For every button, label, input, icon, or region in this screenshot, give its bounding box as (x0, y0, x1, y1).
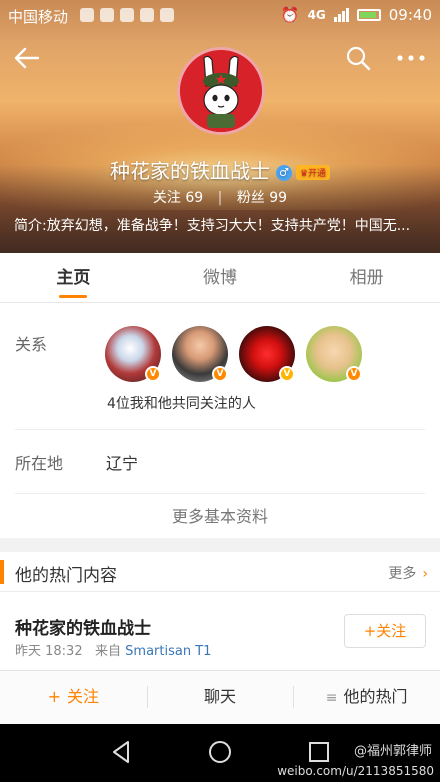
rabbit-avatar-icon (180, 50, 262, 132)
verified-icon: V (212, 366, 228, 382)
system-navigation-bar: @福州郭律师 weibo.com/u/2113851580 (0, 724, 440, 782)
bottom-toolbar: + 关注 聊天 ≡ 他的热门 (0, 670, 440, 724)
crown-icon: ♛ (299, 169, 309, 179)
basic-info-card: 关系 V V V V 4位我和他共同关注的人 所在地 辽宁 更多基本资料 (0, 303, 440, 538)
hot-content-header: 他的热门内容 更多 › (0, 552, 440, 592)
chevron-right-icon: › (422, 566, 428, 582)
divider (15, 429, 425, 430)
followers-count: 99 (269, 190, 288, 206)
profile-stats: 关注 69 | 粉丝 99 (0, 187, 440, 207)
status-right: ⏰ 4G 09:40 (281, 6, 432, 24)
post-source[interactable]: Smartisan T1 (125, 644, 211, 659)
status-bar: 中国移动 ⏰ 4G 09:40 (0, 0, 440, 32)
nav-home-circle-icon[interactable] (206, 738, 234, 766)
notification-app-icon (80, 8, 94, 22)
post-time: 昨天 18:32 (15, 644, 83, 659)
notification-app-icon (140, 8, 154, 22)
tab-weibo[interactable]: 微博 (147, 253, 294, 302)
more-options-button[interactable] (394, 44, 428, 72)
hot-content-label: 他的热门 (343, 687, 408, 706)
more-dots-icon (397, 55, 425, 61)
search-icon (346, 46, 371, 71)
notification-app-icon (100, 8, 114, 22)
following-stat[interactable]: 关注 69 (153, 190, 203, 206)
friend-avatar[interactable]: V (306, 326, 362, 382)
network-type: 4G (307, 8, 326, 22)
follow-button[interactable]: + 关注 (0, 671, 147, 724)
following-count: 69 (185, 190, 204, 206)
back-button[interactable] (12, 44, 44, 72)
vip-badge[interactable]: ♛开通 (295, 165, 331, 180)
followers-label: 粉丝 (236, 190, 265, 206)
chat-label: 聊天 (204, 687, 237, 706)
post-from-label: 来自 (95, 644, 122, 659)
plus-icon: + (47, 687, 62, 706)
hot-content-button[interactable]: ≡ 他的热门 (293, 671, 440, 724)
post-follow-button[interactable]: +关注 (344, 614, 426, 648)
signal-icon (333, 8, 349, 22)
followers-stat[interactable]: 粉丝 99 (237, 190, 287, 206)
profile-name-row: 种花家的铁血战士 ♂ ♛开通 (0, 155, 440, 184)
vip-label: 开通 (308, 169, 327, 179)
hot-post-card[interactable]: 种花家的铁血战士 昨天 18:32 来自 Smartisan T1 +关注 (0, 592, 440, 670)
notification-icons (80, 8, 174, 22)
notification-app-icon (120, 8, 134, 22)
nav-recents-square-icon[interactable] (306, 738, 332, 766)
verified-icon: V (279, 366, 295, 382)
profile-intro[interactable]: 简介:放弃幻想，准备战争！支持习大大！支持共产党！中国无... (14, 215, 434, 235)
hot-more-link[interactable]: 更多 › (388, 563, 428, 583)
watermark-url: weibo.com/u/2113851580 (277, 764, 434, 778)
profile-tabs: 主页 微博 相册 (0, 253, 440, 303)
alarm-icon: ⏰ (280, 6, 300, 24)
clock: 09:40 (388, 6, 432, 24)
watermark-handle: @福州郭律师 (353, 744, 432, 759)
more-info-button[interactable]: 更多基本资料 (0, 503, 440, 527)
location-value: 辽宁 (106, 454, 139, 473)
follow-label: 关注 (67, 687, 100, 706)
notification-app-icon (160, 8, 174, 22)
relations-label: 关系 (15, 335, 48, 354)
friend-avatar[interactable]: V (105, 326, 161, 382)
post-author[interactable]: 种花家的铁血战士 (15, 614, 151, 639)
mutual-follow-text[interactable]: 4位我和他共同关注的人 (107, 393, 256, 413)
stats-separator: | (217, 190, 223, 206)
post-meta: 昨天 18:32 来自 Smartisan T1 (15, 640, 211, 659)
verified-icon: V (145, 366, 161, 382)
following-label: 关注 (152, 190, 181, 206)
friend-avatar[interactable]: V (172, 326, 228, 382)
profile-avatar[interactable] (177, 47, 265, 135)
tab-album[interactable]: 相册 (293, 253, 440, 302)
battery-icon (356, 9, 381, 21)
divider (15, 493, 425, 494)
gender-male-icon: ♂ (275, 164, 292, 181)
location-label: 所在地 (15, 454, 64, 473)
friend-avatar[interactable]: V (239, 326, 295, 382)
carrier-name: 中国移动 (8, 8, 69, 26)
hot-content-title: 他的热门内容 (15, 566, 117, 586)
list-icon: ≡ (325, 690, 338, 706)
profile-name: 种花家的铁血战士 (109, 159, 270, 183)
hot-more-label: 更多 (388, 566, 417, 582)
search-button[interactable] (344, 44, 374, 72)
mutual-friends-avatars: V V V V (105, 326, 362, 382)
tab-home[interactable]: 主页 (0, 253, 147, 302)
verified-icon: V (346, 366, 362, 382)
section-accent-bar (0, 560, 4, 584)
nav-back-triangle-icon[interactable] (108, 738, 134, 766)
chat-button[interactable]: 聊天 (146, 671, 294, 724)
arrow-left-icon (14, 47, 40, 69)
